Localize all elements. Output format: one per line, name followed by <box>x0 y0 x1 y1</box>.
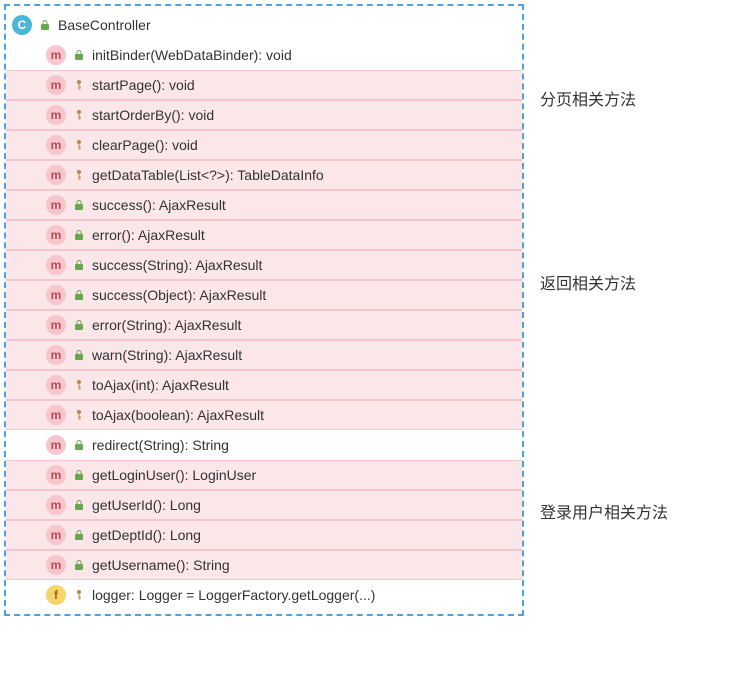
method-icon: m <box>46 255 66 275</box>
field-icon: f <box>46 585 66 605</box>
member-signature: success(): AjaxResult <box>92 197 226 213</box>
method-icon: m <box>46 525 66 545</box>
member-signature: warn(String): AjaxResult <box>92 347 242 363</box>
member-signature: toAjax(boolean): AjaxResult <box>92 407 264 423</box>
member-signature: success(String): AjaxResult <box>92 257 262 273</box>
member-row[interactable]: m error(String): AjaxResult <box>6 310 522 340</box>
annotation-text: 分页相关方法 <box>540 86 636 110</box>
member-signature: logger: Logger = LoggerFactory.getLogger… <box>92 587 375 603</box>
annotation-label: 登录用户相关方法 <box>540 496 668 526</box>
member-row[interactable]: m clearPage(): void <box>6 130 522 160</box>
member-signature: clearPage(): void <box>92 137 198 153</box>
member-signature: error(String): AjaxResult <box>92 317 241 333</box>
lock-icon <box>72 558 86 572</box>
key-icon <box>72 408 86 422</box>
method-icon: m <box>46 345 66 365</box>
member-signature: getLoginUser(): LoginUser <box>92 467 256 483</box>
member-signature: initBinder(WebDataBinder): void <box>92 47 292 63</box>
lock-icon <box>72 498 86 512</box>
class-row[interactable]: C BaseController <box>6 10 522 40</box>
member-row[interactable]: m redirect(String): String <box>6 430 522 460</box>
lock-icon <box>38 18 52 32</box>
key-icon <box>72 168 86 182</box>
member-signature: startOrderBy(): void <box>92 107 214 123</box>
lock-icon <box>72 48 86 62</box>
method-icon: m <box>46 225 66 245</box>
class-structure-panel: C BaseController m initBinder(WebDataBind… <box>4 4 524 616</box>
member-row[interactable]: m success(): AjaxResult <box>6 190 522 220</box>
member-signature: getDeptId(): Long <box>92 527 201 543</box>
key-icon <box>72 378 86 392</box>
key-icon <box>72 108 86 122</box>
member-signature: redirect(String): String <box>92 437 229 453</box>
member-row[interactable]: m getDeptId(): Long <box>6 520 522 550</box>
member-signature: error(): AjaxResult <box>92 227 205 243</box>
member-row[interactable]: m success(String): AjaxResult <box>6 250 522 280</box>
member-row[interactable]: m error(): AjaxResult <box>6 220 522 250</box>
member-row[interactable]: m toAjax(int): AjaxResult <box>6 370 522 400</box>
lock-icon <box>72 288 86 302</box>
annotation-text: 登录用户相关方法 <box>540 499 668 523</box>
method-icon: m <box>46 165 66 185</box>
lock-icon <box>72 318 86 332</box>
method-icon: m <box>46 315 66 335</box>
member-row[interactable]: m getUsername(): String <box>6 550 522 580</box>
lock-icon <box>72 528 86 542</box>
annotations-column: 分页相关方法返回相关方法登录用户相关方法 <box>540 4 668 526</box>
method-icon: m <box>46 135 66 155</box>
method-icon: m <box>46 285 66 305</box>
method-icon: m <box>46 495 66 515</box>
member-row[interactable]: m startOrderBy(): void <box>6 100 522 130</box>
member-row[interactable]: m warn(String): AjaxResult <box>6 340 522 370</box>
member-signature: startPage(): void <box>92 77 195 93</box>
method-icon: m <box>46 465 66 485</box>
lock-icon <box>72 198 86 212</box>
key-icon <box>72 138 86 152</box>
method-icon: m <box>46 405 66 425</box>
lock-icon <box>72 438 86 452</box>
member-row[interactable]: f logger: Logger = LoggerFactory.getLogge… <box>6 580 522 610</box>
member-row[interactable]: m toAjax(boolean): AjaxResult <box>6 400 522 430</box>
class-name: BaseController <box>58 17 151 33</box>
method-icon: m <box>46 195 66 215</box>
annotation-text: 返回相关方法 <box>540 270 636 294</box>
lock-icon <box>72 258 86 272</box>
method-icon: m <box>46 375 66 395</box>
class-icon: C <box>12 15 32 35</box>
member-row[interactable]: m initBinder(WebDataBinder): void <box>6 40 522 70</box>
method-icon: m <box>46 435 66 455</box>
method-icon: m <box>46 555 66 575</box>
lock-icon <box>72 228 86 242</box>
member-row[interactable]: m getDataTable(List<?>): TableDataInfo <box>6 160 522 190</box>
method-icon: m <box>46 75 66 95</box>
member-row[interactable]: m getUserId(): Long <box>6 490 522 520</box>
method-icon: m <box>46 45 66 65</box>
member-row[interactable]: m success(Object): AjaxResult <box>6 280 522 310</box>
member-signature: toAjax(int): AjaxResult <box>92 377 229 393</box>
lock-icon <box>72 468 86 482</box>
annotation-label: 返回相关方法 <box>540 267 668 297</box>
member-signature: success(Object): AjaxResult <box>92 287 266 303</box>
method-icon: m <box>46 105 66 125</box>
member-row[interactable]: m startPage(): void <box>6 70 522 100</box>
member-signature: getDataTable(List<?>): TableDataInfo <box>92 167 324 183</box>
annotation-label: 分页相关方法 <box>540 83 668 113</box>
lock-icon <box>72 348 86 362</box>
key-icon <box>72 588 86 602</box>
member-row[interactable]: m getLoginUser(): LoginUser <box>6 460 522 490</box>
key-icon <box>72 78 86 92</box>
member-signature: getUsername(): String <box>92 557 230 573</box>
member-signature: getUserId(): Long <box>92 497 201 513</box>
